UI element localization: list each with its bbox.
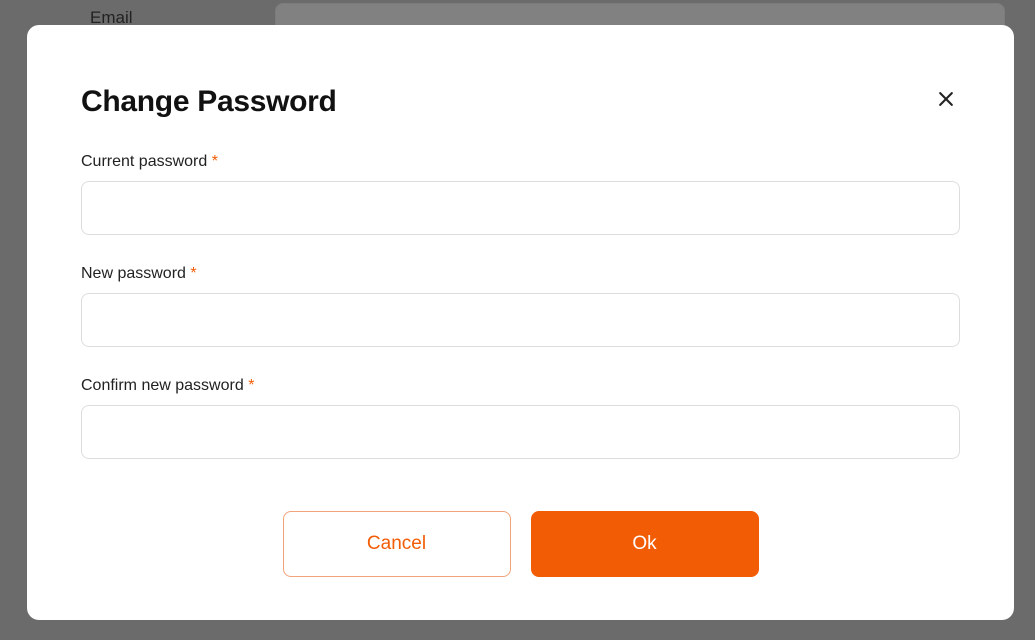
new-password-input[interactable] xyxy=(81,293,960,347)
new-password-group: New password * xyxy=(81,265,960,347)
current-password-group: Current password * xyxy=(81,153,960,235)
button-row: Cancel Ok xyxy=(81,511,960,577)
modal-header: Change Password xyxy=(81,85,960,119)
required-marker: * xyxy=(212,153,218,170)
label-text: Current password xyxy=(81,153,207,170)
ok-button[interactable]: Ok xyxy=(531,511,759,577)
label-text: New password xyxy=(81,265,186,282)
required-marker: * xyxy=(248,377,254,394)
current-password-input[interactable] xyxy=(81,181,960,235)
close-button[interactable] xyxy=(932,85,960,116)
modal-title: Change Password xyxy=(81,85,337,119)
cancel-button[interactable]: Cancel xyxy=(283,511,511,577)
confirm-password-input[interactable] xyxy=(81,405,960,459)
new-password-label: New password * xyxy=(81,265,960,283)
required-marker: * xyxy=(190,265,196,282)
close-icon xyxy=(936,89,956,112)
confirm-password-label: Confirm new password * xyxy=(81,377,960,395)
confirm-password-group: Confirm new password * xyxy=(81,377,960,459)
label-text: Confirm new password xyxy=(81,377,244,394)
current-password-label: Current password * xyxy=(81,153,960,171)
change-password-modal: Change Password Current password * New p… xyxy=(27,25,1014,620)
